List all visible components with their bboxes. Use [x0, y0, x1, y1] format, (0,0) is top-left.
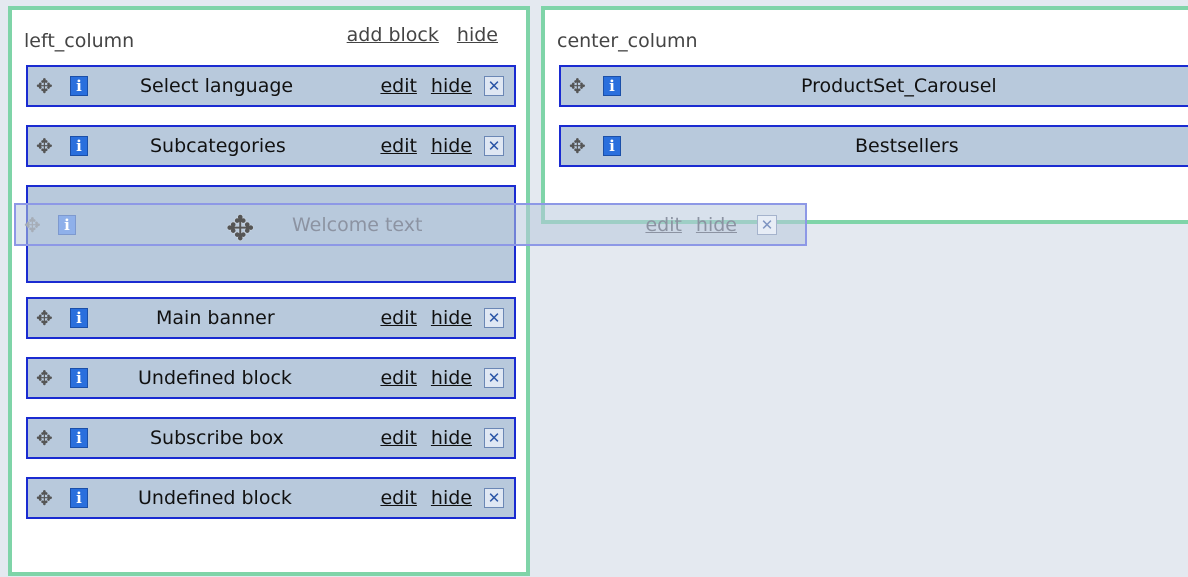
- block-title: Welcome text: [292, 213, 423, 236]
- move-handle-icon[interactable]: ✥: [36, 76, 53, 96]
- block-productset-carousel[interactable]: ✥ i ProductSet_Carousel: [559, 65, 1188, 107]
- hide-link[interactable]: hide: [696, 214, 737, 236]
- block-undefined[interactable]: ✥ i Undefined block edit hide ✕: [26, 357, 516, 399]
- remove-icon[interactable]: ✕: [484, 488, 504, 508]
- remove-icon[interactable]: ✕: [484, 428, 504, 448]
- edit-link[interactable]: edit: [380, 427, 416, 449]
- block-title: Subcategories: [150, 135, 286, 157]
- info-icon[interactable]: i: [70, 308, 88, 328]
- move-handle-icon[interactable]: ✥: [36, 136, 53, 156]
- hide-column-link[interactable]: hide: [457, 24, 498, 46]
- block-select-language[interactable]: ✥ i Select language edit hide ✕: [26, 65, 516, 107]
- hide-link[interactable]: hide: [431, 367, 472, 389]
- remove-icon[interactable]: ✕: [484, 368, 504, 388]
- info-icon[interactable]: i: [70, 428, 88, 448]
- move-handle-icon[interactable]: ✥: [36, 368, 53, 388]
- left-column-title: left_column: [24, 30, 135, 52]
- center-column-title: center_column: [557, 30, 698, 52]
- edit-link[interactable]: edit: [645, 214, 681, 236]
- edit-link[interactable]: edit: [380, 75, 416, 97]
- hide-link[interactable]: hide: [431, 427, 472, 449]
- block-subcategories[interactable]: ✥ i Subcategories edit hide ✕: [26, 125, 516, 167]
- move-handle-icon[interactable]: ✥: [569, 136, 586, 156]
- info-icon[interactable]: i: [58, 214, 76, 235]
- info-icon[interactable]: i: [70, 76, 88, 96]
- left-column-actions: add block hide: [335, 24, 498, 46]
- block-title: Undefined block: [138, 487, 292, 509]
- block-main-banner[interactable]: ✥ i Main banner edit hide ✕: [26, 297, 516, 339]
- remove-icon[interactable]: ✕: [484, 308, 504, 328]
- info-icon[interactable]: i: [603, 76, 621, 96]
- block-title: Main banner: [156, 307, 275, 329]
- move-handle-icon[interactable]: ✥: [36, 308, 53, 328]
- block-title: Bestsellers: [855, 135, 959, 157]
- block-title: ProductSet_Carousel: [801, 75, 997, 97]
- block-title: Select language: [140, 75, 294, 97]
- block-subscribe-box[interactable]: ✥ i Subscribe box edit hide ✕: [26, 417, 516, 459]
- add-block-link[interactable]: add block: [347, 24, 439, 46]
- move-handle-icon[interactable]: ✥: [36, 428, 53, 448]
- info-icon[interactable]: i: [70, 488, 88, 508]
- block-bestsellers[interactable]: ✥ i Bestsellers: [559, 125, 1188, 167]
- remove-icon[interactable]: ✕: [484, 76, 504, 96]
- hide-link[interactable]: hide: [431, 75, 472, 97]
- center-column: center_column ✥ i ProductSet_Carousel ✥ …: [541, 6, 1188, 224]
- info-icon[interactable]: i: [70, 136, 88, 156]
- block-title: Undefined block: [138, 367, 292, 389]
- hide-link[interactable]: hide: [431, 487, 472, 509]
- block-undefined[interactable]: ✥ i Undefined block edit hide ✕: [26, 477, 516, 519]
- move-handle-icon[interactable]: ✥: [569, 76, 586, 96]
- move-handle-icon[interactable]: ✥: [24, 215, 41, 235]
- remove-icon[interactable]: ✕: [484, 136, 504, 156]
- info-icon[interactable]: i: [70, 368, 88, 388]
- move-handle-icon[interactable]: ✥: [36, 488, 53, 508]
- left-column: left_column add block hide ✥ i Select la…: [8, 6, 530, 576]
- move-cursor-icon: ✥: [226, 209, 255, 249]
- hide-link[interactable]: hide: [431, 135, 472, 157]
- block-title: Subscribe box: [150, 427, 284, 449]
- remove-icon[interactable]: ✕: [757, 214, 777, 235]
- edit-link[interactable]: edit: [380, 367, 416, 389]
- hide-link[interactable]: hide: [431, 307, 472, 329]
- edit-link[interactable]: edit: [380, 135, 416, 157]
- edit-link[interactable]: edit: [380, 487, 416, 509]
- dragged-block-welcome-text[interactable]: ✥ i Welcome text edit hide ✕: [14, 203, 807, 246]
- info-icon[interactable]: i: [603, 136, 621, 156]
- edit-link[interactable]: edit: [380, 307, 416, 329]
